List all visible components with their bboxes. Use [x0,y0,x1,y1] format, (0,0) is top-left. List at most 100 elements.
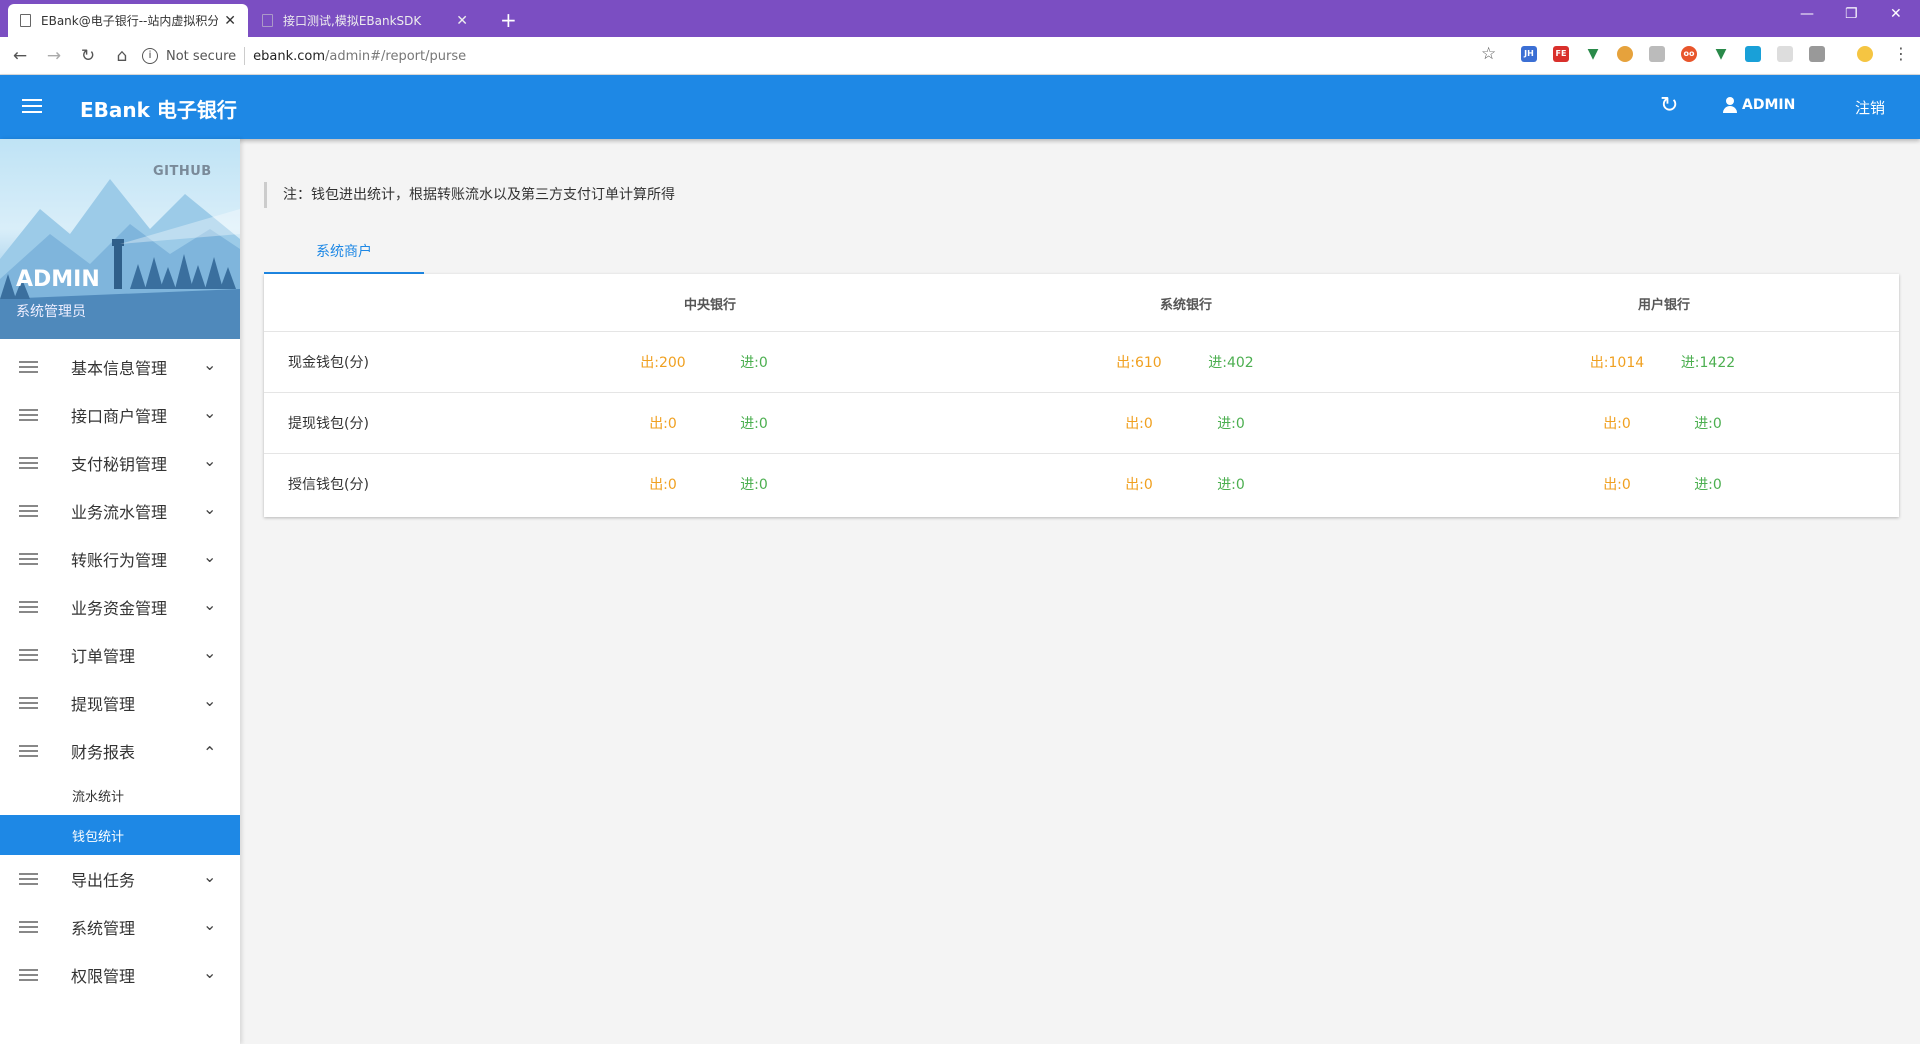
close-window-button[interactable]: ✕ [1890,6,1902,22]
in-value: 进:0 [1694,416,1722,432]
document-icon [20,14,31,27]
extension-icon[interactable]: JH [1521,46,1537,62]
list-icon [19,921,38,936]
back-icon[interactable]: ← [6,46,34,66]
info-icon[interactable]: i [142,48,158,64]
chevron-down-icon: ⌄ [203,403,217,422]
sidebar-item-transfer[interactable]: 转账行为管理 ⌄ [0,535,240,583]
row-label: 提现钱包(分) [288,416,369,432]
page-note: 注：钱包进出统计，根据转账流水以及第三方支付订单计算所得 [264,182,675,208]
table-row: 现金钱包(分) 出:200 进:0 出:610 进:402 出:1014 进:1… [264,332,1899,393]
in-value: 进:0 [1217,477,1245,493]
chevron-down-icon: ⌄ [203,355,217,374]
sidebar-item-label: 基本信息管理 [71,359,168,378]
menu-toggle-icon[interactable] [22,99,42,117]
chevron-down-icon: ⌄ [203,691,217,710]
in-value: 进:0 [740,355,768,371]
chevron-up-icon: ⌃ [203,743,217,762]
out-value: 出:610 [1116,355,1162,371]
logout-button[interactable]: 注销 [1855,97,1885,118]
out-value: 出:1014 [1589,355,1645,371]
in-value: 进:402 [1208,355,1254,371]
browser-tab-inactive[interactable]: 接口测试,模拟EBankSDK ✕ [250,4,480,37]
out-value: 出:0 [1125,416,1153,432]
out-value: 出:200 [640,355,686,371]
in-value: 进:0 [1694,477,1722,493]
sidebar-subitem-flow-stats[interactable]: 流水统计 [0,775,240,815]
sidebar-item-orders[interactable]: 订单管理 ⌄ [0,631,240,679]
list-icon [19,697,38,712]
sidebar-item-export[interactable]: 导出任务 ⌄ [0,855,240,903]
extension-icon[interactable] [1777,46,1793,62]
address-bar[interactable]: i Not secure ebank.com/admin#/report/pur… [142,41,1494,71]
not-secure-label: Not secure [166,48,237,64]
bookmark-star-icon[interactable]: ☆ [1481,44,1496,64]
browser-tab-active[interactable]: EBank@电子银行--站内虚拟积分 ✕ [8,4,248,37]
sidebar-item-label: 导出任务 [71,871,136,890]
tab-title: 接口测试,模拟EBankSDK [283,14,422,28]
chevron-down-icon: ⌄ [203,867,217,886]
user-icon [1722,97,1738,113]
browser-menu-icon[interactable]: ⋮ [1893,44,1909,63]
profile-banner: GITHUB ADMIN 系统管理员 [0,139,240,339]
maximize-button[interactable]: ❐ [1845,6,1858,22]
chevron-down-icon: ⌄ [203,915,217,934]
url-host: ebank.com [253,48,326,64]
sidebar-item-merchant[interactable]: 接口商户管理 ⌄ [0,391,240,439]
extension-icon[interactable] [1649,46,1665,62]
sidebar-item-permissions[interactable]: 权限管理 ⌄ [0,951,240,999]
new-tab-button[interactable]: + [500,8,517,32]
sidebar-item-reports[interactable]: 财务报表 ⌃ [0,727,240,775]
list-icon [19,505,38,520]
chevron-down-icon: ⌄ [203,547,217,566]
sidebar-item-business-flow[interactable]: 业务流水管理 ⌄ [0,487,240,535]
forward-icon[interactable]: → [40,46,68,66]
sidebar-item-label: 支付秘钥管理 [71,455,168,474]
extension-icon[interactable]: oo [1681,46,1697,62]
close-tab-icon[interactable]: ✕ [456,13,468,29]
extension-icon[interactable] [1745,46,1761,62]
tab-system-merchant[interactable]: 系统商户 [264,234,424,274]
reload-icon[interactable]: ↻ [74,46,102,66]
profile-avatar-icon[interactable] [1857,46,1873,62]
profile-role: 系统管理员 [16,304,86,320]
tab-bar: 系统商户 [264,234,1899,274]
table-row: 提现钱包(分) 出:0 进:0 出:0 进:0 出:0 进:0 [264,393,1899,454]
in-value: 进:0 [740,477,768,493]
user-menu[interactable]: ADMIN [1722,97,1795,113]
refresh-icon[interactable]: ↻ [1660,93,1678,118]
sidebar-item-system[interactable]: 系统管理 ⌄ [0,903,240,951]
sidebar-subitem-wallet-stats[interactable]: 钱包统计 [0,815,240,855]
sidebar-item-label: 业务资金管理 [71,599,168,618]
sidebar-item-withdraw[interactable]: 提现管理 ⌄ [0,679,240,727]
column-header: 中央银行 [683,298,736,313]
vue-devtools-icon[interactable]: ▼ [1585,46,1601,62]
home-icon[interactable]: ⌂ [108,46,136,66]
cookie-icon[interactable] [1617,46,1633,62]
chevron-down-icon: ⌄ [203,643,217,662]
wallet-stats-table: 中央银行 系统银行 用户银行 现金钱包(分) 出:200 进:0 出:610 进… [264,274,1899,517]
column-header: 用户银行 [1637,298,1690,313]
list-icon [19,969,38,984]
out-value: 出:0 [649,477,677,493]
minimize-button[interactable]: — [1800,6,1814,22]
sidebar-item-label: 提现管理 [71,695,136,714]
out-value: 出:0 [1603,416,1631,432]
close-tab-icon[interactable]: ✕ [224,13,236,29]
extension-icon[interactable]: FE [1553,46,1569,62]
list-icon [19,361,38,376]
sidebar-item-label: 系统管理 [71,919,136,938]
sidebar-item-basic-info[interactable]: 基本信息管理 ⌄ [0,343,240,391]
vue-devtools-icon[interactable]: ▼ [1713,46,1729,62]
in-value: 进:1422 [1680,355,1736,371]
document-icon [262,14,273,27]
extension-icon[interactable] [1809,46,1825,62]
tab-title: EBank@电子银行--站内虚拟积分 [41,14,219,28]
user-name: ADMIN [1742,97,1796,113]
sidebar-item-label: 权限管理 [71,967,136,986]
sidebar-item-funds[interactable]: 业务资金管理 ⌄ [0,583,240,631]
github-link[interactable]: GITHUB [153,164,212,179]
sidebar-item-label: 转账行为管理 [71,551,168,570]
sidebar-item-pay-keys[interactable]: 支付秘钥管理 ⌄ [0,439,240,487]
list-icon [19,553,38,568]
